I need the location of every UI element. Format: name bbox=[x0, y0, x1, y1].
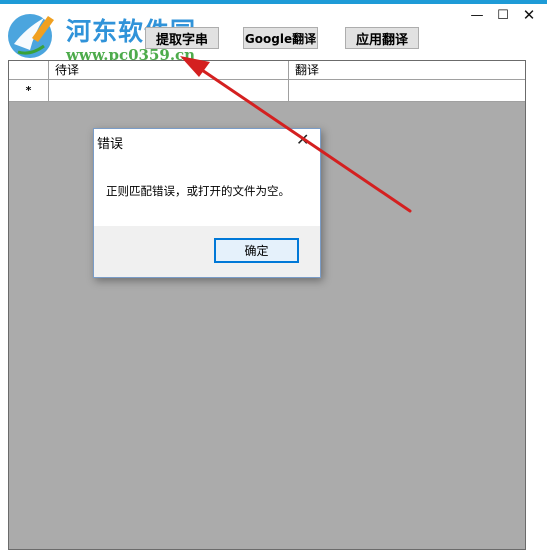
annotation-arrow-icon bbox=[180, 56, 412, 213]
